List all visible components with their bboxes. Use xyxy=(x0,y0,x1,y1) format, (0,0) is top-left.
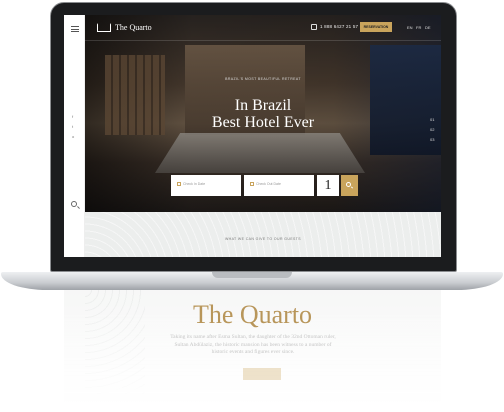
reservation-button[interactable]: RESERVATION xyxy=(360,22,392,32)
header: The Quarto 1 888 6427 21 57 RESERVATION … xyxy=(85,15,441,41)
slide-indicator-2[interactable]: 02 xyxy=(430,127,434,132)
guests-selector[interactable]: 1 xyxy=(317,175,339,196)
checkin-field[interactable]: Check In Date xyxy=(171,175,241,196)
search-button[interactable] xyxy=(341,175,358,196)
laptop-screen: f t o The Quarto 1 888 6427 21 57 RESERV… xyxy=(64,15,441,257)
slide-indicator-1[interactable]: 01 xyxy=(430,117,434,122)
calendar-icon xyxy=(177,182,181,186)
section-kicker: WHAT WE CAN GIVE TO OUR GUESTS xyxy=(224,237,302,241)
instagram-icon[interactable]: o xyxy=(72,135,77,139)
about-section xyxy=(85,212,441,257)
slide-indicator-3[interactable]: 03 xyxy=(430,137,434,142)
laptop-notch xyxy=(212,272,292,278)
hero-title-line2: Best Hotel Ever xyxy=(211,114,315,131)
about-text: Taking its name after Esma Sultan, the d… xyxy=(170,334,336,355)
twitter-icon[interactable]: t xyxy=(72,125,77,129)
menu-icon[interactable] xyxy=(71,26,79,32)
lang-de[interactable]: DE xyxy=(425,25,431,30)
search-icon xyxy=(346,182,351,187)
laptop-mockup: f t o The Quarto 1 888 6427 21 57 RESERV… xyxy=(0,0,504,412)
site-logo[interactable]: The Quarto xyxy=(115,23,152,32)
lang-fr[interactable]: FR xyxy=(416,25,421,30)
facebook-icon[interactable]: f xyxy=(72,115,77,119)
checkout-field[interactable]: Check Out Date xyxy=(244,175,314,196)
hero-bed xyxy=(155,133,365,173)
hero-tagline: BRAZIL'S MOST BEAUTIFUL RETREAT xyxy=(225,77,301,81)
checkin-placeholder: Check In Date xyxy=(183,182,206,186)
phone-icon xyxy=(311,24,317,30)
sidebar: f t o xyxy=(64,15,85,257)
about-button-reflection xyxy=(243,368,281,380)
about-title: The Quarto xyxy=(192,300,313,329)
phone-number[interactable]: 1 888 6427 21 57 xyxy=(320,24,358,29)
lang-en[interactable]: EN xyxy=(407,25,413,30)
checkout-placeholder: Check Out Date xyxy=(256,182,281,186)
crown-logo-icon[interactable] xyxy=(97,23,111,32)
calendar-icon xyxy=(250,182,254,186)
search-icon[interactable] xyxy=(71,201,77,207)
hero-title-line1: In Brazil xyxy=(234,97,292,114)
